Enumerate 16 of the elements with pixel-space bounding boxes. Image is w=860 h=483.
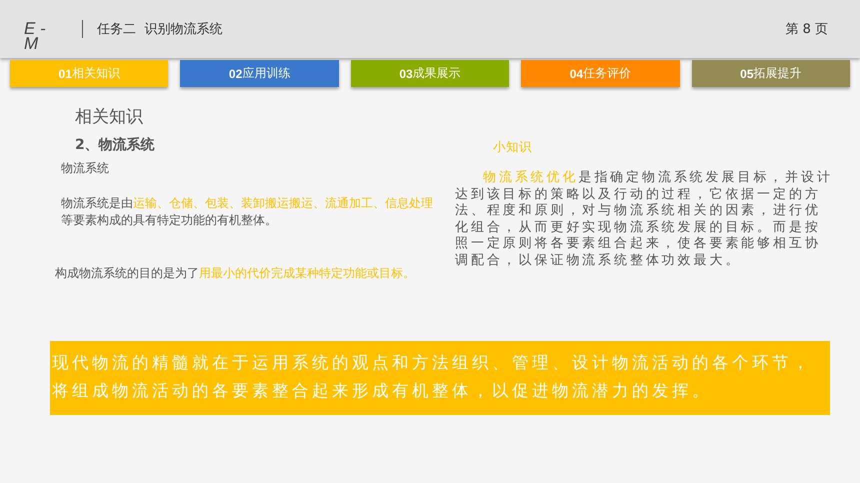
tip-title: 小知识 xyxy=(493,139,533,156)
definition-text: 物流系统是由运输、仓储、包装、装卸搬运搬运、流通加工、信息处理 等要素构成的具有特定功能的有机整体。 xyxy=(61,195,434,229)
nav-tab[interactable]: 03成果展示 xyxy=(350,60,510,87)
purpose-text: 构成物流系统的目的是为了用最小的代价完成某种特定功能或目标。 xyxy=(55,265,416,282)
subtitle: 2、物流系统 xyxy=(75,136,156,154)
summary-banner: 现代物流的精髓就在于运用系统的观点和方法组织、管理、设计物流活动的各个环节，将组成物流活动的各要素整合起来形成有机整体，以促进物流潜力的发挥。 xyxy=(50,341,830,415)
tip-text: 物流系统优化 是指确定物流系统发展目标，并设计达到该目标的策略以及行动的过程，它依据一定的方法、程度和原则，对与物流系统相关的因素，进行优化组合，从而更好实现物流系统发展的目标。而是按照一定原则将各要素组合起来，使各要素能够相互协调配合，以保证物流系统整体功效最大。 xyxy=(455,170,834,269)
nav-tab[interactable]: 05拓展提升 xyxy=(692,60,850,87)
label: 物流系统 xyxy=(61,160,110,177)
section-title: 相关知识 xyxy=(75,106,144,128)
slide-title: 任务二 识别物流系统 xyxy=(97,21,224,38)
logo: E - M xyxy=(24,21,47,51)
nav-tab[interactable]: 02应用训练 xyxy=(180,60,339,87)
nav-tab[interactable]: 04任务评价 xyxy=(521,60,680,87)
page-number: 第 8 页 xyxy=(785,21,828,38)
nav-tab[interactable]: 01相关知识 xyxy=(10,60,168,87)
